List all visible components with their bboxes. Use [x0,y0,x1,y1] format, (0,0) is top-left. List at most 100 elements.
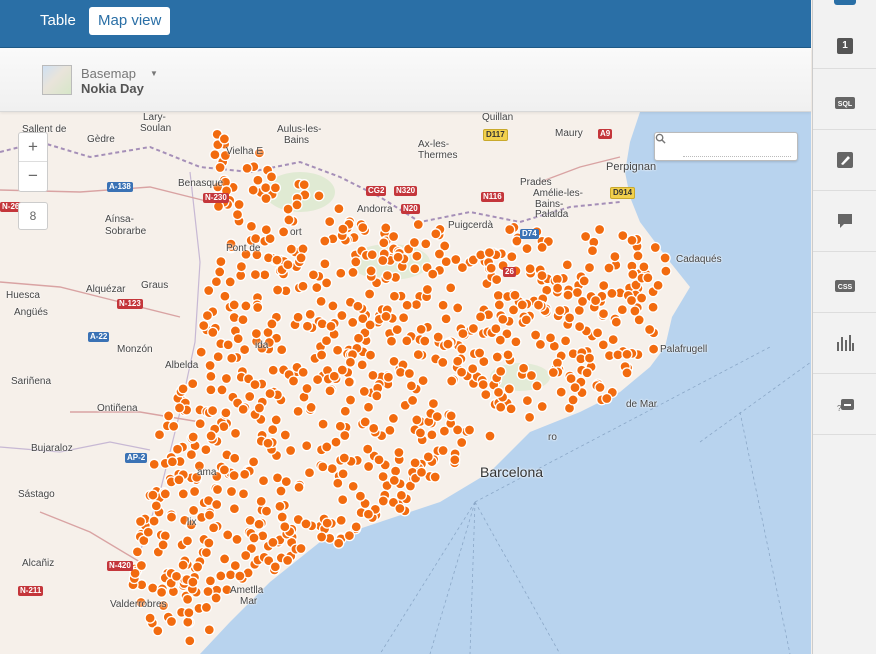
map-marker[interactable] [359,416,371,428]
map-marker[interactable] [337,494,349,506]
map-marker[interactable] [547,366,559,379]
map-marker[interactable] [211,498,223,511]
map-marker[interactable] [270,414,282,426]
map-marker[interactable] [493,299,505,311]
map-marker[interactable] [311,281,323,294]
map-marker[interactable] [320,277,333,289]
map-marker[interactable] [456,343,468,355]
map-marker[interactable] [247,456,260,468]
map-marker[interactable] [333,203,345,215]
map-marker[interactable] [315,295,327,307]
map-marker[interactable] [343,376,355,388]
map-marker[interactable] [202,585,214,598]
map-marker[interactable] [319,235,331,247]
map-marker[interactable] [490,323,502,335]
map-marker[interactable] [411,250,423,262]
map-marker[interactable] [260,224,272,236]
map-marker[interactable] [183,607,195,619]
map-marker[interactable] [583,261,596,274]
map-marker[interactable] [240,549,252,562]
basemap-label[interactable]: Basemap [81,66,136,81]
map-marker[interactable] [222,529,234,541]
map-marker[interactable] [148,458,160,470]
map-marker[interactable] [220,372,233,385]
map-marker[interactable] [228,299,240,311]
map-marker[interactable] [391,323,403,336]
map-marker[interactable] [452,302,464,314]
map-marker[interactable] [609,250,621,263]
map-marker[interactable] [389,465,402,477]
map-marker[interactable] [494,334,506,346]
chevron-down-icon[interactable]: ▼ [150,69,158,78]
map-marker[interactable] [649,241,661,254]
map-marker[interactable] [282,259,294,271]
map-marker[interactable] [144,612,156,624]
map-marker[interactable] [427,268,439,280]
map-marker[interactable] [474,311,487,323]
map-marker[interactable] [504,223,516,236]
map-marker[interactable] [405,380,418,392]
map-marker[interactable] [344,356,357,368]
map-marker[interactable] [168,420,180,432]
map-marker[interactable] [187,504,200,517]
map-marker[interactable] [307,269,320,281]
map-marker[interactable] [305,401,317,414]
map-marker[interactable] [210,276,223,288]
map-marker[interactable] [495,365,507,377]
map-marker[interactable] [524,263,536,275]
map-marker[interactable] [491,273,503,286]
map-marker[interactable] [188,485,201,498]
map-marker[interactable] [218,420,230,433]
map-marker[interactable] [497,313,509,325]
map-marker[interactable] [266,318,278,330]
map-marker[interactable] [291,199,303,211]
map-marker[interactable] [333,537,345,549]
map-marker[interactable] [365,265,377,277]
map-marker[interactable] [232,333,244,345]
map-marker[interactable] [492,289,504,302]
map-marker[interactable] [252,301,264,314]
map-marker[interactable] [225,485,238,498]
map-marker[interactable] [421,283,434,296]
map-marker[interactable] [594,381,606,394]
map-marker[interactable] [212,351,224,363]
map-marker[interactable] [607,333,619,346]
map-marker[interactable] [334,420,346,432]
map-marker[interactable] [452,355,464,367]
map-marker[interactable] [200,444,212,456]
map-marker[interactable] [295,252,307,264]
map-marker[interactable] [385,335,398,347]
map-marker[interactable] [245,220,258,232]
map-marker[interactable] [257,475,270,487]
map-marker[interactable] [279,521,291,533]
map-marker[interactable] [198,319,210,332]
map-marker[interactable] [152,625,164,637]
map-marker[interactable] [222,339,234,351]
map-marker[interactable] [463,424,476,436]
map-marker[interactable] [429,471,441,483]
zoom-in-button[interactable]: + [19,133,47,162]
map-marker[interactable] [414,427,427,439]
map-marker[interactable] [173,402,186,414]
map-marker[interactable] [409,263,421,275]
map-marker[interactable] [643,323,656,336]
map-marker[interactable] [207,326,219,339]
map-marker[interactable] [148,515,160,527]
map-marker[interactable] [477,378,489,391]
map-marker[interactable] [274,500,286,512]
map-marker[interactable] [147,489,159,501]
map-marker[interactable] [437,356,449,369]
map-marker[interactable] [581,367,593,379]
map-marker[interactable] [598,279,610,292]
map-marker[interactable] [647,343,660,355]
basemap-name[interactable]: Nokia Day [81,81,144,96]
map-marker[interactable] [209,149,221,161]
map-marker[interactable] [260,182,272,194]
map-marker[interactable] [287,375,300,387]
map-marker[interactable] [544,332,557,344]
map-marker[interactable] [521,394,534,407]
map-marker[interactable] [484,430,496,442]
map-marker[interactable] [438,425,451,437]
map-marker[interactable] [181,535,194,547]
map-marker[interactable] [244,390,256,403]
